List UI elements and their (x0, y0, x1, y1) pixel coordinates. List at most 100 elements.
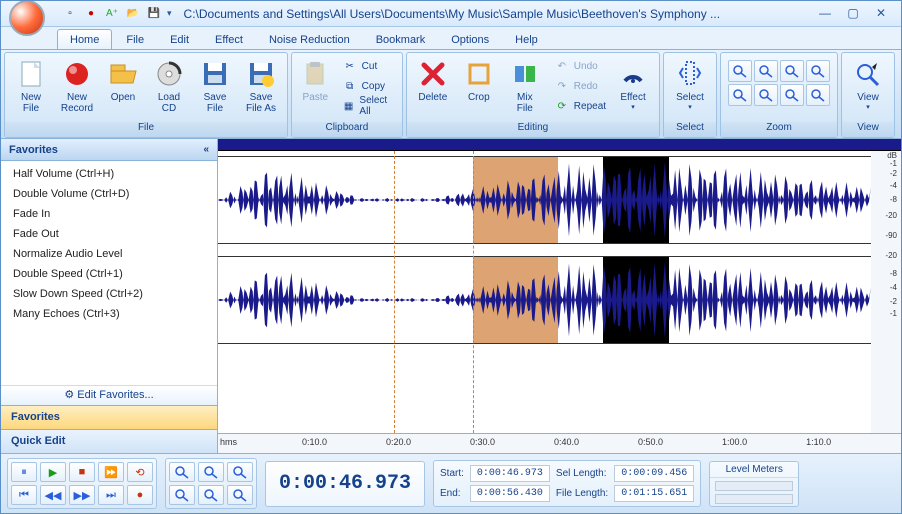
file-length-value: 0:01:15.651 (614, 485, 694, 502)
new-record-button[interactable]: New Record (54, 56, 100, 114)
zoom-btn-5[interactable] (754, 84, 778, 106)
tab-noise-reduction[interactable]: Noise Reduction (257, 30, 362, 49)
close-button[interactable]: ✕ (871, 6, 891, 22)
pause-button[interactable]: ⏸ (11, 462, 37, 482)
effect-button[interactable]: Effect▾ (610, 56, 656, 111)
ribbon-group-label: Clipboard (292, 122, 402, 137)
zoom-out-button[interactable] (198, 462, 224, 482)
ribbon-group-zoom: Zoom (720, 52, 838, 138)
save-file-button[interactable]: Save File (192, 56, 238, 114)
transport-controls: ⏸▶■⏩⟲ ⏮◀◀▶▶⏭● (7, 458, 157, 509)
waveform-track[interactable] (218, 256, 871, 344)
open-icon[interactable]: 📂 (124, 5, 142, 23)
ribbon-group-view: View▾ View (841, 52, 895, 138)
sidebar-cat-favorites[interactable]: Favorites (1, 405, 217, 429)
cut-button[interactable]: ✂Cut (338, 56, 399, 76)
sel-length-value: 0:00:09.456 (614, 465, 694, 482)
level-meters: Level Meters (709, 461, 799, 507)
zoom-btn-7[interactable] (806, 84, 830, 106)
crop-button[interactable]: Crop (456, 56, 502, 103)
font-plus-icon[interactable]: A⁺ (103, 5, 121, 23)
tab-help[interactable]: Help (503, 30, 550, 49)
ribbon-group-label: File (5, 122, 287, 137)
sidebar-cat-quickedit[interactable]: Quick Edit (1, 429, 217, 453)
tab-file[interactable]: File (114, 30, 156, 49)
zoom-in-button[interactable] (169, 462, 195, 482)
overview-bar[interactable] (218, 139, 901, 151)
view-button[interactable]: View▾ (845, 56, 891, 111)
skip-fwd-button[interactable]: ▶▶ (69, 485, 95, 505)
skip-back-button[interactable]: ◀◀ (40, 485, 66, 505)
select-button[interactable]: Select▾ (667, 56, 713, 111)
undo-button[interactable]: ↶Undo (550, 56, 610, 76)
zoom-left-button[interactable] (198, 485, 224, 505)
zoom-btn-3[interactable] (806, 60, 830, 82)
timeline[interactable]: hms 0:10.00:20.00:30.00:40.00:50.01:00.0… (218, 433, 901, 453)
zoom-full-button[interactable] (169, 485, 195, 505)
go-start-button[interactable]: ⏮ (11, 485, 37, 505)
ribbon-group-label: View (842, 122, 894, 137)
favorite-item[interactable]: Fade In (1, 204, 217, 224)
save-file-as-button[interactable]: Save File As (238, 56, 284, 114)
zoom-sel-button[interactable] (227, 462, 253, 482)
tab-edit[interactable]: Edit (158, 30, 201, 49)
maximize-button[interactable]: ▢ (843, 6, 863, 22)
waveform-canvas[interactable]: dB-1-2-4-8-20-90-20-8-4-2-1 (218, 151, 901, 433)
ribbon-group-clipboard: Paste ✂Cut ⧉Copy ▦Select All Clipboard (291, 52, 403, 138)
go-end-button[interactable]: ⏭ (98, 485, 124, 505)
sidebar-header[interactable]: Favorites « (1, 139, 217, 161)
sidebar: Favorites « Half Volume (Ctrl+H)Double V… (1, 139, 218, 453)
loop-button[interactable]: ⟲ (127, 462, 153, 482)
ribbon-group-label: Zoom (721, 122, 837, 137)
zoom-btn-2[interactable] (780, 60, 804, 82)
cursor-line[interactable] (394, 151, 395, 433)
favorite-item[interactable]: Many Echoes (Ctrl+3) (1, 304, 217, 324)
redo-button[interactable]: ↷Redo (550, 76, 610, 96)
tab-bookmark[interactable]: Bookmark (364, 30, 438, 49)
collapse-icon[interactable]: « (203, 144, 209, 155)
save-file-icon (199, 58, 231, 90)
favorites-list: Half Volume (Ctrl+H)Double Volume (Ctrl+… (1, 161, 217, 385)
waveform-area: dB-1-2-4-8-20-90-20-8-4-2-1 hms 0:10.00:… (218, 139, 901, 453)
stop-button[interactable]: ■ (69, 462, 95, 482)
minimize-button[interactable]: — (815, 6, 835, 22)
favorite-item[interactable]: Normalize Audio Level (1, 244, 217, 264)
favorite-item[interactable]: Fade Out (1, 224, 217, 244)
record-button[interactable]: ● (127, 485, 153, 505)
zoom-btn-4[interactable] (728, 84, 752, 106)
edit-favorites-button[interactable]: ⚙ Edit Favorites... (1, 385, 217, 405)
quick-access-toolbar: ▫●A⁺📂💾 (61, 5, 163, 23)
copy-button[interactable]: ⧉Copy (338, 76, 399, 96)
zoom-btn-1[interactable] (754, 60, 778, 82)
open-button[interactable]: Open (100, 56, 146, 103)
load-cd-button[interactable]: Load CD (146, 56, 192, 114)
select-all-button[interactable]: ▦Select All (338, 96, 399, 116)
paste-button[interactable]: Paste (295, 56, 336, 103)
zoom-right-button[interactable] (227, 485, 253, 505)
save-icon[interactable]: 💾 (145, 5, 163, 23)
window-title: C:\Documents and Settings\All Users\Docu… (172, 7, 815, 21)
tab-options[interactable]: Options (439, 30, 501, 49)
open-icon (107, 58, 139, 90)
tab-home[interactable]: Home (57, 29, 112, 49)
new-file-button[interactable]: New File (8, 56, 54, 114)
zoom-btn-0[interactable] (728, 60, 752, 82)
delete-button[interactable]: Delete (410, 56, 456, 103)
waveform-track[interactable] (218, 156, 871, 244)
play-button[interactable]: ▶ (40, 462, 66, 482)
title-bar: ▫●A⁺📂💾 ▾ C:\Documents and Settings\All U… (1, 1, 901, 27)
fast-forward-button[interactable]: ⏩ (98, 462, 124, 482)
favorite-item[interactable]: Slow Down Speed (Ctrl+2) (1, 284, 217, 304)
new-file-icon[interactable]: ▫ (61, 5, 79, 23)
repeat-button[interactable]: ⟳Repeat (550, 96, 610, 116)
record-icon[interactable]: ● (82, 5, 100, 23)
selection-info: Start:0:00:46.973 Sel Length:0:00:09.456… (433, 460, 701, 507)
ribbon-group-select: Select▾ Select (663, 52, 717, 138)
tab-effect[interactable]: Effect (203, 30, 255, 49)
favorite-item[interactable]: Half Volume (Ctrl+H) (1, 164, 217, 184)
favorite-item[interactable]: Double Speed (Ctrl+1) (1, 264, 217, 284)
mix-file-button[interactable]: Mix File (502, 56, 548, 114)
favorite-item[interactable]: Double Volume (Ctrl+D) (1, 184, 217, 204)
ribbon-group-editing: Delete Crop Mix File ↶Undo ↷Redo ⟳Repeat (406, 52, 660, 138)
zoom-btn-6[interactable] (780, 84, 804, 106)
